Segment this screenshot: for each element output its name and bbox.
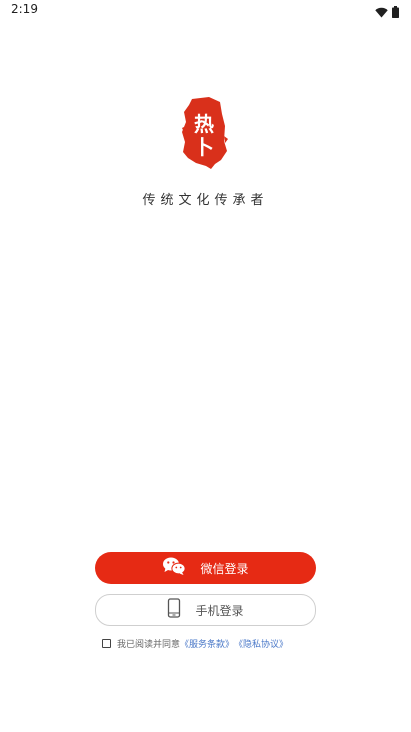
app-slogan: 传统文化传承者 [142,193,269,208]
agreement-text: 我已阅读并同意 [117,639,181,650]
status-time: 2:19 [11,2,38,16]
app-logo: 热 卜 [178,96,230,170]
login-screen: 2:19 热 卜 传统文化传承者 微信登录 手机登录 我已阅读并同意 《服务条款… [0,0,411,732]
service-terms-link[interactable]: 《服务条款》 [180,637,234,650]
seal-text-top: 热 [194,112,214,136]
wechat-icon [162,556,187,580]
battery-icon [392,3,399,22]
agreement-checkbox[interactable] [102,638,111,648]
wifi-icon [375,3,388,22]
status-icons [375,3,399,22]
phone-icon [167,598,181,622]
privacy-policy-link[interactable]: 《隐私协议》 [234,637,288,650]
wechat-login-label: 微信登录 [200,561,249,576]
status-bar: 2:19 [0,0,411,22]
agreement-row: 我已阅读并同意 《服务条款》 《隐私协议》 [102,635,288,651]
phone-login-button[interactable]: 手机登录 [95,594,316,626]
wechat-login-button[interactable]: 微信登录 [95,552,316,584]
seal-text-bottom: 卜 [194,135,214,159]
phone-login-label: 手机登录 [195,603,244,618]
